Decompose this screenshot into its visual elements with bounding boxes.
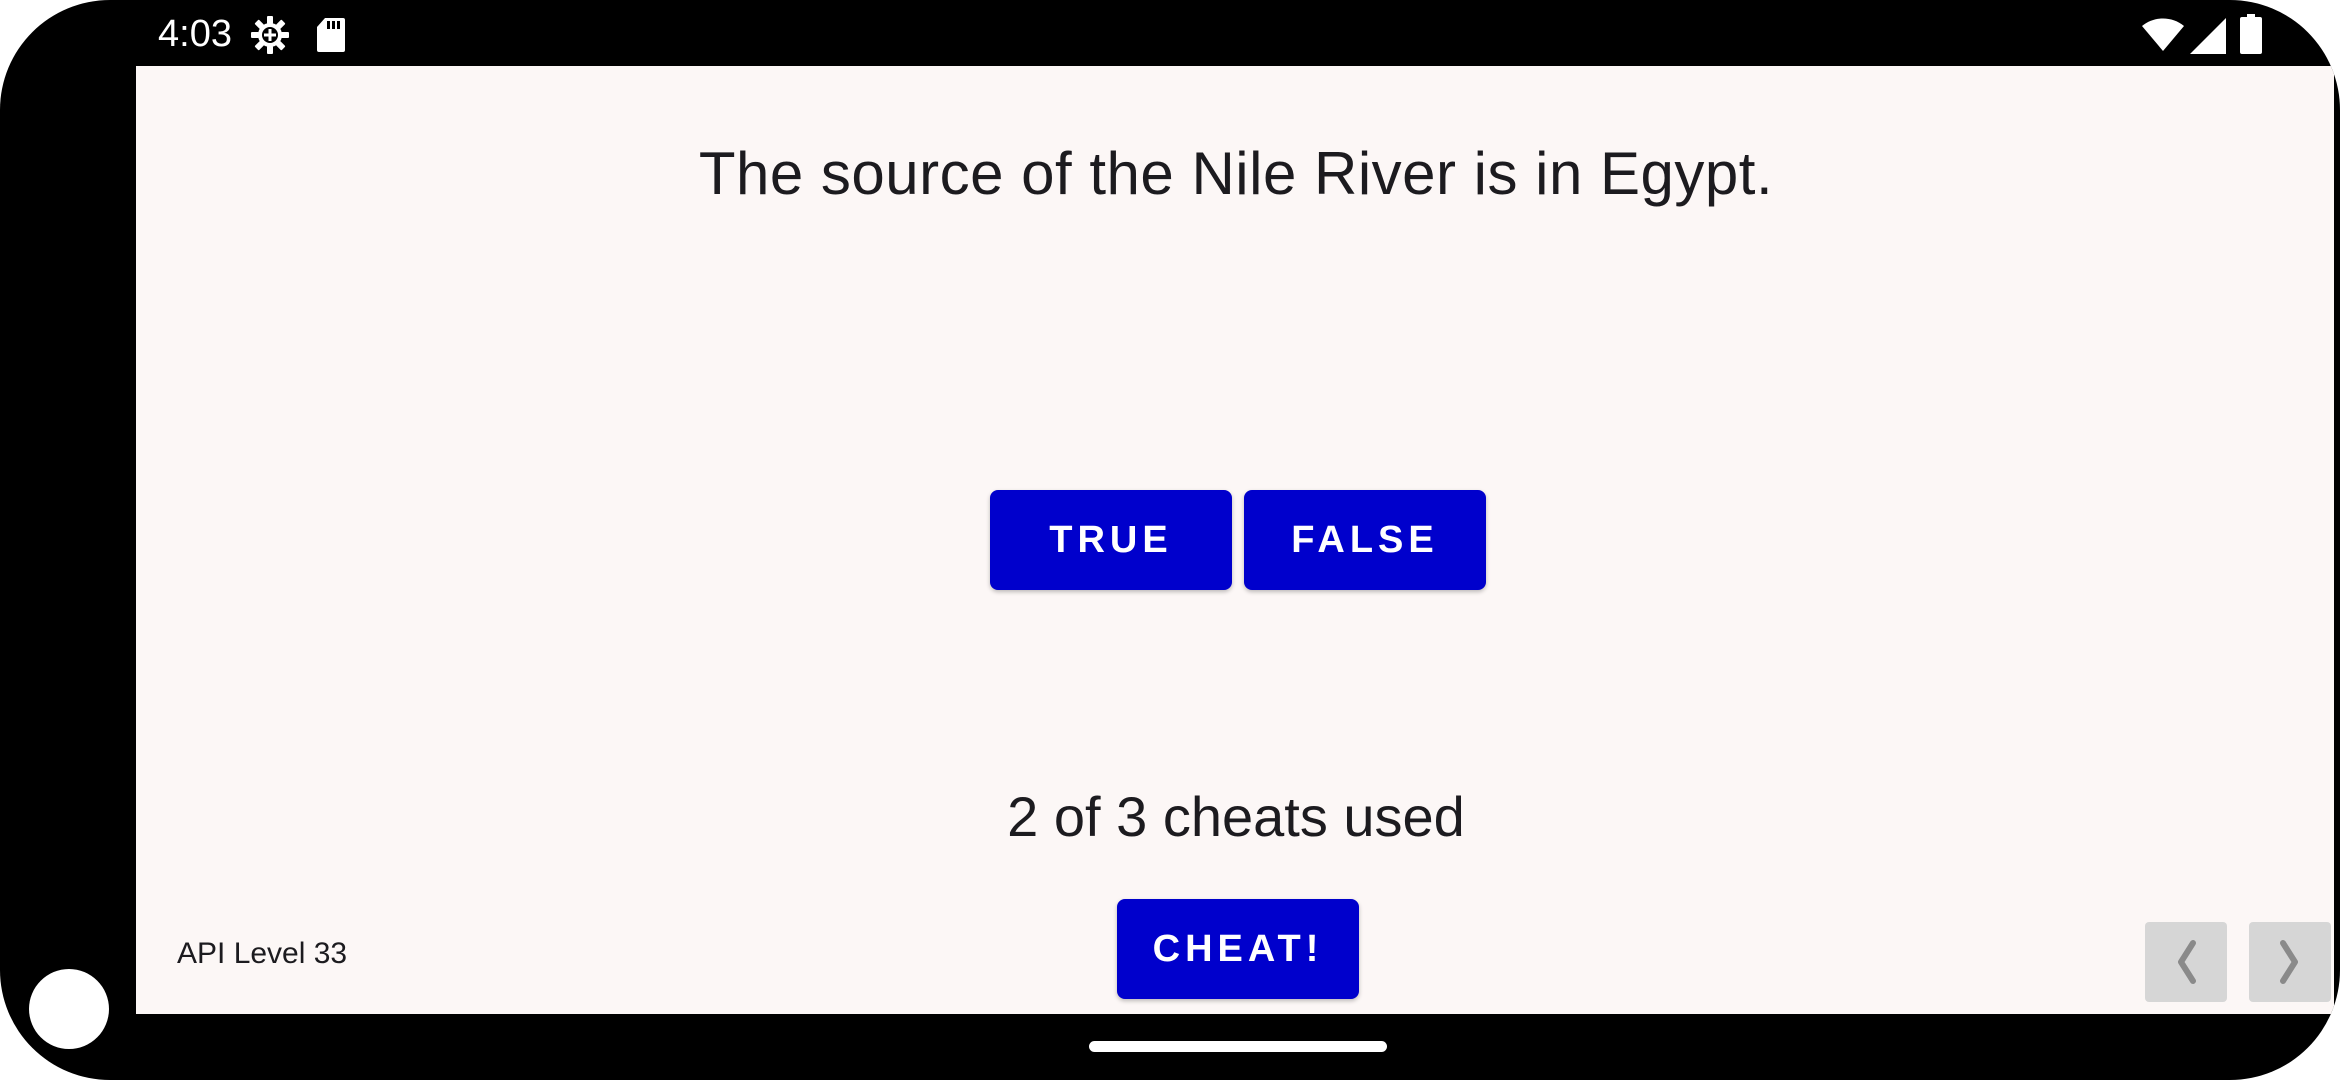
home-gesture-bar[interactable]	[1089, 1041, 1387, 1052]
wifi-icon	[2142, 18, 2184, 51]
answer-buttons: TRUE FALSE	[990, 490, 1490, 592]
gear-icon	[251, 16, 289, 54]
true-button[interactable]: TRUE	[990, 490, 1232, 590]
status-time: 4:03	[158, 13, 232, 55]
question-text: The source of the Nile River is in Egypt…	[698, 140, 1774, 207]
status-bar: 4:03	[0, 0, 2340, 66]
chevron-left-icon	[2178, 940, 2196, 984]
next-button[interactable]	[2249, 922, 2331, 1002]
false-button[interactable]: FALSE	[1244, 490, 1486, 590]
signal-icon	[2190, 18, 2226, 54]
battery-icon	[2240, 14, 2262, 54]
chevron-right-icon	[2280, 940, 2298, 984]
api-level-text: API Level 33	[177, 937, 348, 970]
app-screen: The source of the Nile River is in Egypt…	[136, 66, 2334, 1014]
device-frame: 4:03 The source of the Nile River is in …	[0, 0, 2340, 1080]
sd-card-icon	[317, 18, 345, 52]
cheat-button[interactable]: CHEAT!	[1117, 899, 1359, 999]
cheats-used-text: 2 of 3 cheats used	[1007, 785, 1465, 848]
previous-button[interactable]	[2145, 922, 2227, 1002]
floating-circle-button[interactable]	[29, 969, 109, 1049]
